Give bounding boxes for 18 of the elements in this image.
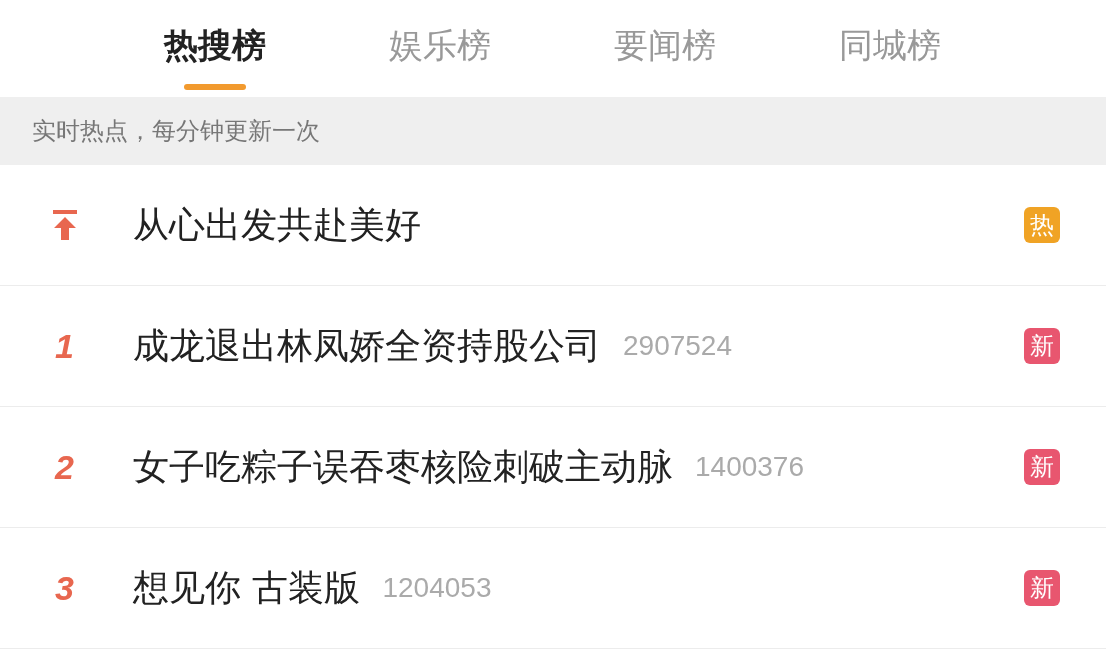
rank-number: 1 xyxy=(55,326,74,366)
search-count: 2907524 xyxy=(623,330,732,362)
topic-title[interactable]: 女子吃粽子误吞枣核险刺破主动脉 xyxy=(133,442,673,492)
badge: 新 xyxy=(1024,570,1060,606)
rank-number: 3 xyxy=(55,568,74,608)
search-count: 1204053 xyxy=(382,572,492,604)
tab[interactable]: 热搜榜 xyxy=(102,0,327,97)
topic-title[interactable]: 想见你 古装版 xyxy=(133,563,361,613)
search-count: 1400376 xyxy=(695,451,804,483)
pin-top-icon xyxy=(50,209,79,241)
badge: 新 xyxy=(1024,328,1060,364)
tab-underline xyxy=(183,84,246,90)
topic-title[interactable]: 成龙退出林凤娇全资持股公司 xyxy=(133,321,601,371)
rank-number: 2 xyxy=(55,447,74,487)
badge: 热 xyxy=(1024,207,1060,243)
topic-title[interactable]: 从心出发共赴美好 xyxy=(133,200,421,250)
notice-text: 实时热点，每分钟更新一次 xyxy=(32,116,320,147)
badge: 新 xyxy=(1024,449,1060,485)
